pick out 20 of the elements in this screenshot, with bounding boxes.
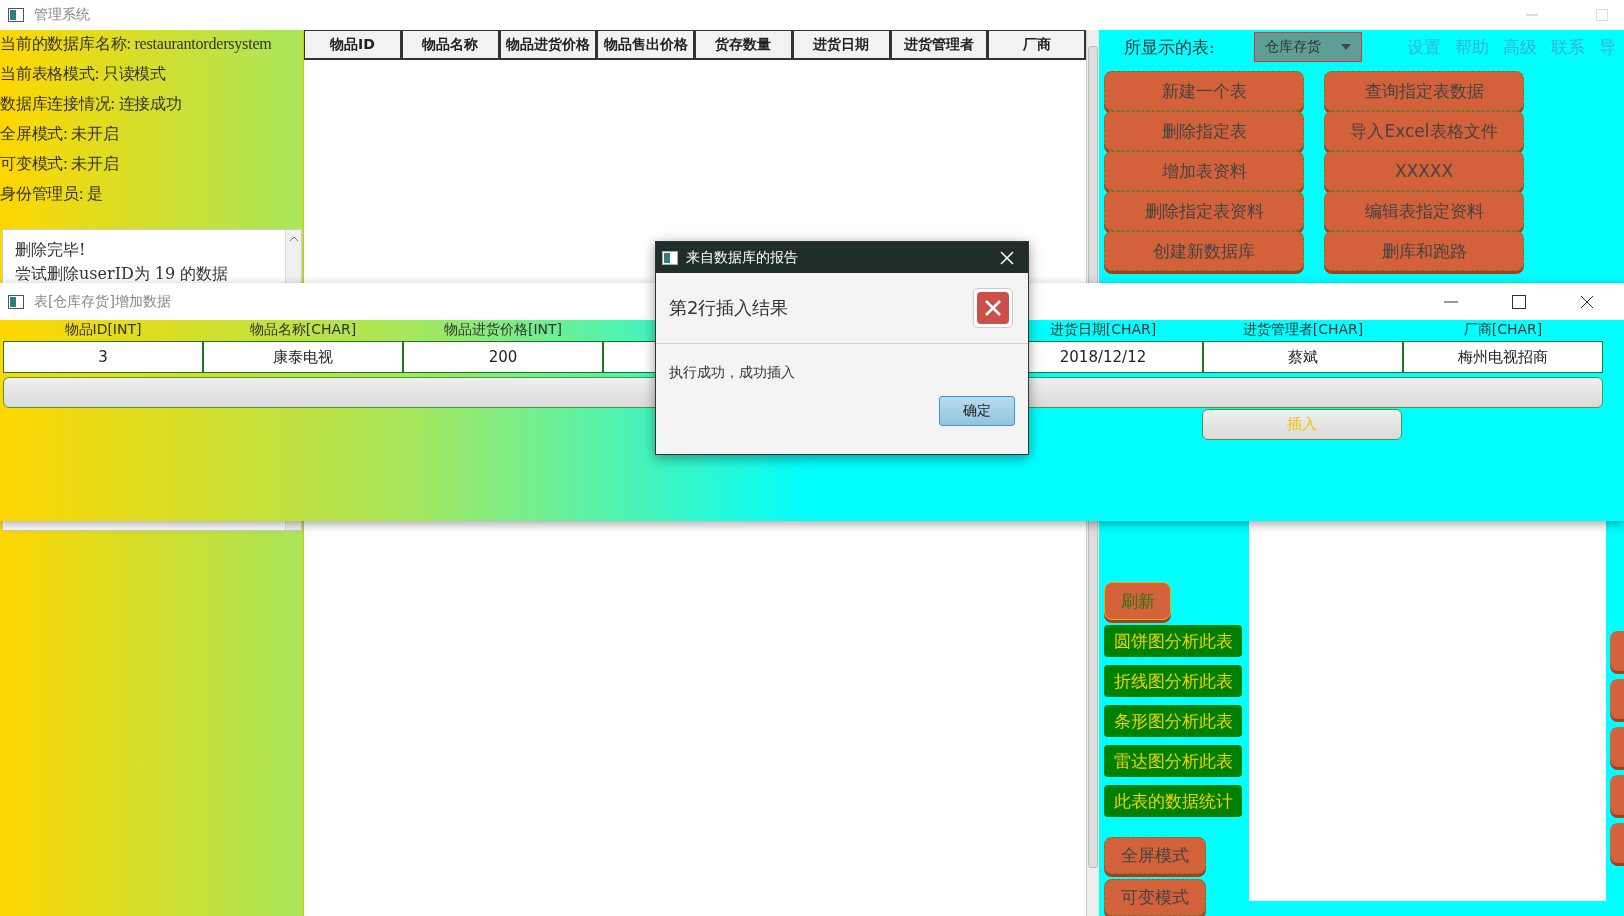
status-text: 身份管理员: 是	[0, 184, 104, 204]
window-title: 表[仓库存货]增加数据	[34, 292, 171, 311]
window-title: 管理系统	[34, 6, 90, 24]
status-text: 全屏模式: 未开启	[0, 124, 120, 144]
status-text: 当前的数据库名称: restaurantordersystem	[0, 34, 273, 55]
field-label: 进货日期[CHAR]	[1049, 321, 1157, 339]
log-line: 删除完毕!	[15, 239, 87, 261]
field-label: 厂商[CHAR]	[1463, 321, 1543, 339]
log-line: 尝试删除userID为 19 的数据	[15, 263, 230, 285]
status-text: 可变模式: 未开启	[0, 154, 120, 174]
table-label: 所显示的表:	[1124, 35, 1216, 59]
status-text: 数据库连接情况: 连接成功	[0, 94, 183, 114]
status-text: 当前表格模式: 只读模式	[0, 64, 168, 84]
field-label: 进货管理者[CHAR]	[1242, 321, 1364, 339]
dialog-message: 执行成功，成功插入	[669, 364, 795, 380]
dialog-title: 来自数据库的报告	[686, 248, 798, 267]
field-label: 物品进货价格[INT]	[443, 321, 563, 339]
dialog-heading: 第2行插入结果	[669, 296, 789, 320]
field-label: 物品ID[INT]	[64, 321, 142, 339]
field-label: 物品名称[CHAR]	[249, 321, 357, 339]
